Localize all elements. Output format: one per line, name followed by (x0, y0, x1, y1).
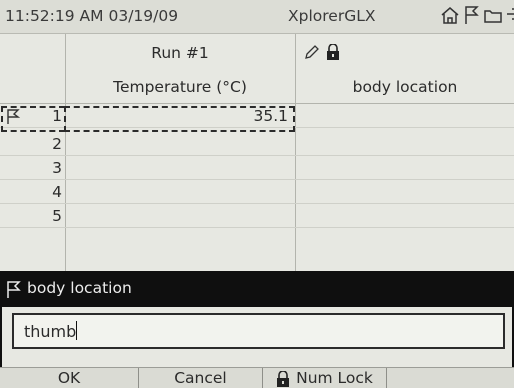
table-row[interactable]: 5 (0, 205, 514, 228)
power-icon[interactable] (506, 5, 514, 25)
table-row[interactable]: 3 (0, 157, 514, 180)
dialog-title: body location (27, 279, 132, 297)
status-bar: 11:52:19 AM 03/19/09 XplorerGLX (0, 0, 514, 34)
text-column-header[interactable]: body location (296, 78, 514, 96)
row-number: 3 (52, 159, 62, 177)
table-row[interactable]: 2 (0, 133, 514, 156)
dialog-body: thumb (0, 307, 514, 367)
text-caret (76, 321, 78, 340)
status-time: 11:52:19 AM 03/19/09 (5, 7, 179, 25)
cancel-button[interactable]: Cancel (139, 368, 262, 388)
input-value: thumb (24, 322, 77, 341)
softkey-divider (386, 368, 387, 388)
numlock-button[interactable]: Num Lock (263, 368, 386, 388)
row-number: 2 (52, 135, 62, 153)
dialog-title-bar: body location (0, 271, 514, 307)
table-header: Run #1 Temperature (°C) body location (0, 34, 514, 104)
app-title: XplorerGLX (288, 7, 376, 25)
measurement-column-header[interactable]: Temperature (°C) (66, 78, 294, 96)
home-icon[interactable] (440, 5, 460, 25)
selected-cell[interactable] (64, 106, 295, 132)
numlock-label: Num Lock (296, 369, 373, 387)
lock-icon[interactable] (326, 44, 340, 60)
text-input[interactable]: thumb (12, 313, 505, 349)
row-number: 5 (52, 207, 62, 225)
ok-button[interactable]: OK (0, 368, 138, 388)
table-row[interactable]: 4 (0, 181, 514, 204)
folder-icon[interactable] (484, 5, 502, 25)
flag-icon[interactable] (464, 5, 480, 25)
run-label: Run #1 (151, 44, 209, 62)
row-number: 4 (52, 183, 62, 201)
flag-icon (7, 281, 21, 298)
lock-icon (277, 370, 290, 387)
selection-outline (1, 106, 65, 132)
pencil-icon[interactable] (304, 44, 320, 60)
data-table: Run #1 Temperature (°C) body location 1 … (0, 34, 514, 271)
column-edit-icons (304, 44, 340, 60)
status-icons (440, 5, 514, 25)
softkey-bar: OK Cancel Num Lock (0, 367, 514, 388)
